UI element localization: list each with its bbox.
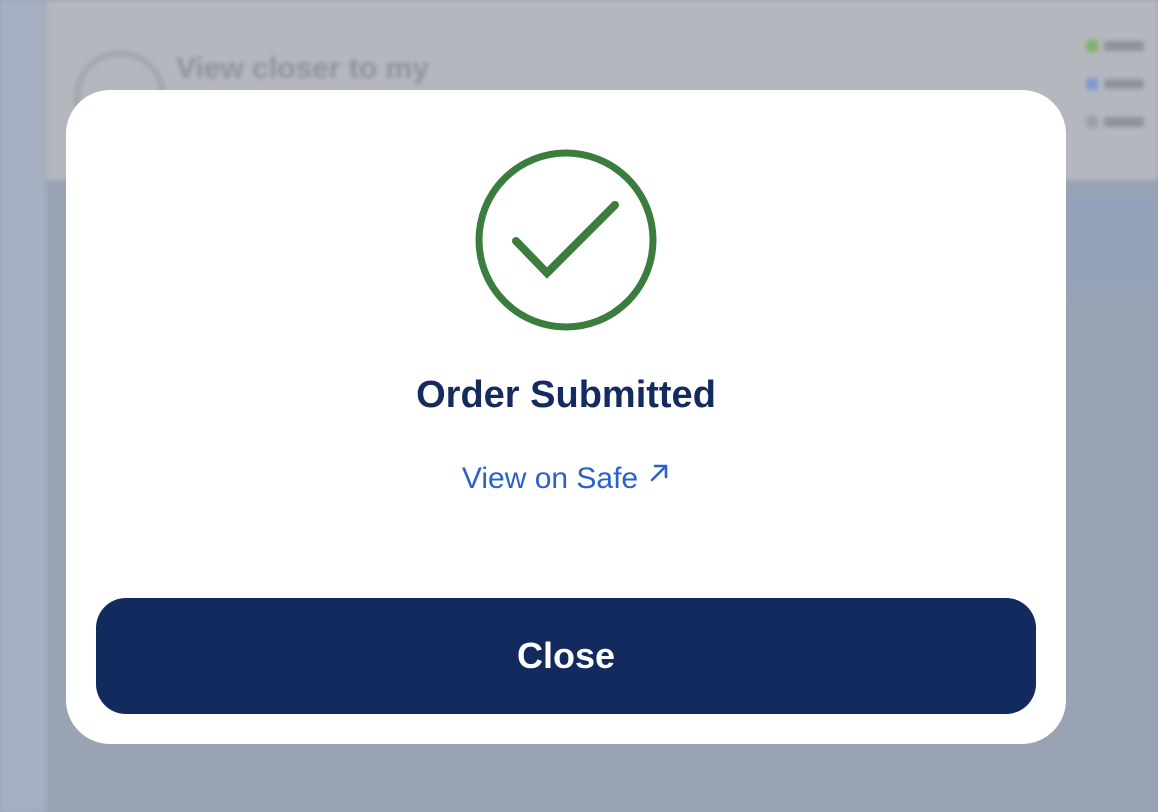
close-button[interactable]: Close — [96, 598, 1036, 714]
background-panel-title: View closer to my — [176, 52, 429, 85]
background-sidebar — [0, 0, 46, 812]
view-on-safe-label: View on Safe — [461, 462, 639, 495]
background-legend — [1086, 40, 1158, 154]
view-on-safe-link[interactable]: View on Safe — [66, 460, 1066, 498]
external-arrow-icon — [650, 464, 668, 482]
dialog-title: Order Submitted — [416, 374, 716, 416]
background-card — [1066, 195, 1158, 290]
check-circle-icon — [475, 149, 657, 331]
